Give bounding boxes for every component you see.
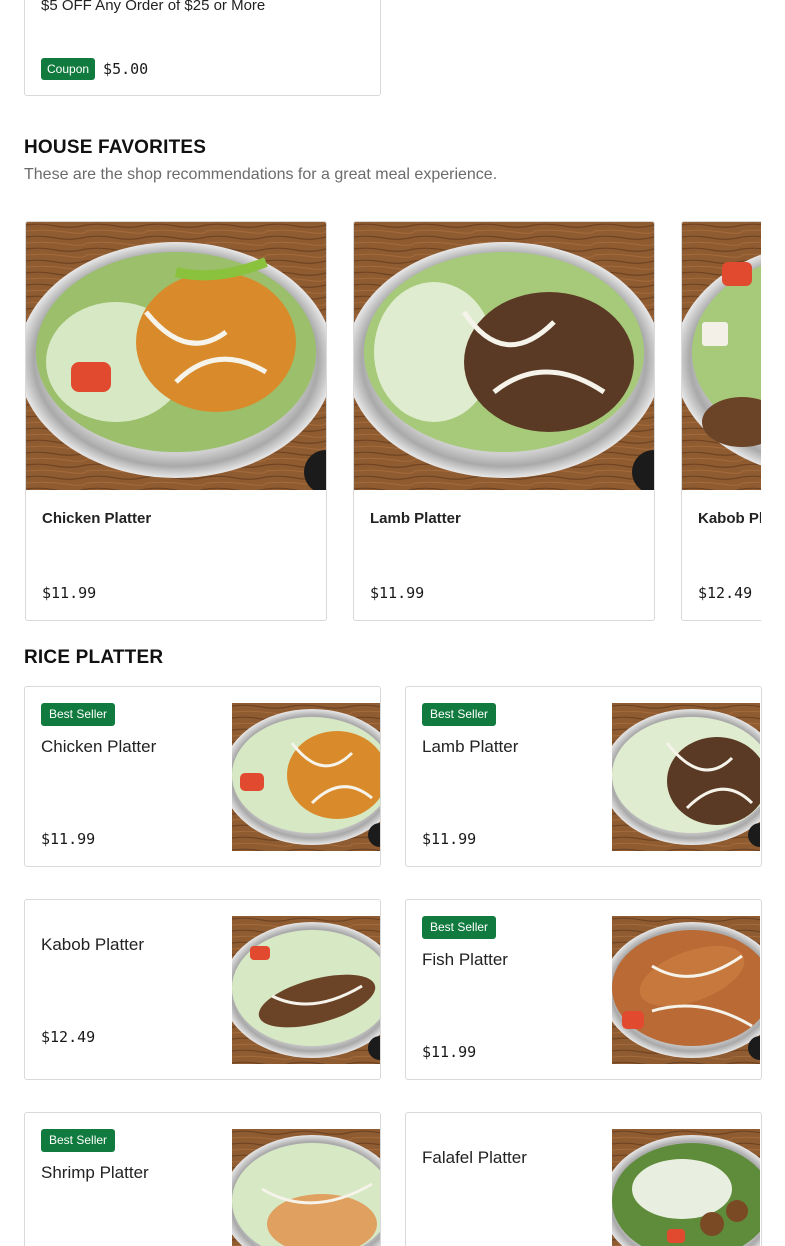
coupon-card[interactable]: $5 OFF Any Order of $25 or More Coupon $… bbox=[24, 0, 381, 96]
favorite-card-chicken[interactable]: Chicken Platter $11.99 bbox=[25, 221, 327, 621]
coupon-badge: Coupon bbox=[41, 58, 96, 80]
rice-item-name: Falafel Platter bbox=[422, 1148, 527, 1167]
lamb-platter-photo bbox=[354, 222, 654, 490]
kabob-platter-photo bbox=[232, 916, 380, 1064]
rice-item-price: $11.99 bbox=[422, 1043, 477, 1061]
rice-platter-title: RICE PLATTER bbox=[24, 647, 164, 668]
rice-item-price: $11.99 bbox=[422, 830, 477, 848]
rice-item-name: Lamb Platter bbox=[422, 737, 519, 756]
rice-item-name: Chicken Platter bbox=[41, 737, 157, 756]
rice-card-kabob[interactable]: Kabob Platter $12.49 bbox=[24, 899, 381, 1080]
best-seller-badge: Best Seller bbox=[41, 1129, 116, 1152]
best-seller-badge: Best Seller bbox=[41, 703, 116, 726]
favorite-price: $11.99 bbox=[370, 584, 425, 602]
rice-item-name: Shrimp Platter bbox=[41, 1163, 149, 1182]
rice-card-lamb[interactable]: Best Seller Lamb Platter $11.99 bbox=[405, 686, 762, 867]
rice-item-name: Kabob Platter bbox=[41, 935, 145, 954]
coupon-value: $5.00 bbox=[103, 60, 149, 78]
falafel-platter-photo bbox=[612, 1129, 760, 1246]
rice-card-chicken[interactable]: Best Seller Chicken Platter $11.99 bbox=[24, 686, 381, 867]
lamb-platter-photo bbox=[612, 703, 760, 851]
chicken-platter-photo bbox=[26, 222, 326, 490]
house-favorites-title: HOUSE FAVORITES bbox=[24, 137, 207, 158]
favorite-name: Kabob Platter bbox=[698, 510, 761, 527]
favorite-price: $11.99 bbox=[42, 584, 97, 602]
coupon-title: $5 OFF Any Order of $25 or More bbox=[41, 0, 266, 14]
chicken-platter-photo bbox=[232, 703, 380, 851]
best-seller-badge: Best Seller bbox=[422, 703, 497, 726]
shrimp-platter-photo bbox=[232, 1129, 380, 1246]
best-seller-badge: Best Seller bbox=[422, 916, 497, 939]
favorite-name: Lamb Platter bbox=[370, 510, 461, 527]
house-favorites-carousel[interactable]: Chicken Platter $11.99 Lamb Platter $11.… bbox=[24, 221, 761, 621]
favorite-name: Chicken Platter bbox=[42, 510, 152, 527]
favorite-card-kabob[interactable]: Kabob Platter $12.49 bbox=[681, 221, 761, 621]
kabob-platter-photo bbox=[682, 222, 761, 490]
fish-platter-photo bbox=[612, 916, 760, 1064]
favorite-card-lamb[interactable]: Lamb Platter $11.99 bbox=[353, 221, 655, 621]
rice-item-name: Fish Platter bbox=[422, 950, 508, 969]
house-favorites-subtitle: These are the shop recommendations for a… bbox=[24, 166, 498, 183]
rice-item-price: $12.49 bbox=[41, 1028, 96, 1046]
rice-item-price: $11.99 bbox=[41, 830, 96, 848]
favorite-price: $12.49 bbox=[698, 584, 753, 602]
rice-card-shrimp[interactable]: Best Seller Shrimp Platter bbox=[24, 1112, 381, 1246]
rice-card-fish[interactable]: Best Seller Fish Platter $11.99 bbox=[405, 899, 762, 1080]
rice-card-falafel[interactable]: Falafel Platter bbox=[405, 1112, 762, 1246]
